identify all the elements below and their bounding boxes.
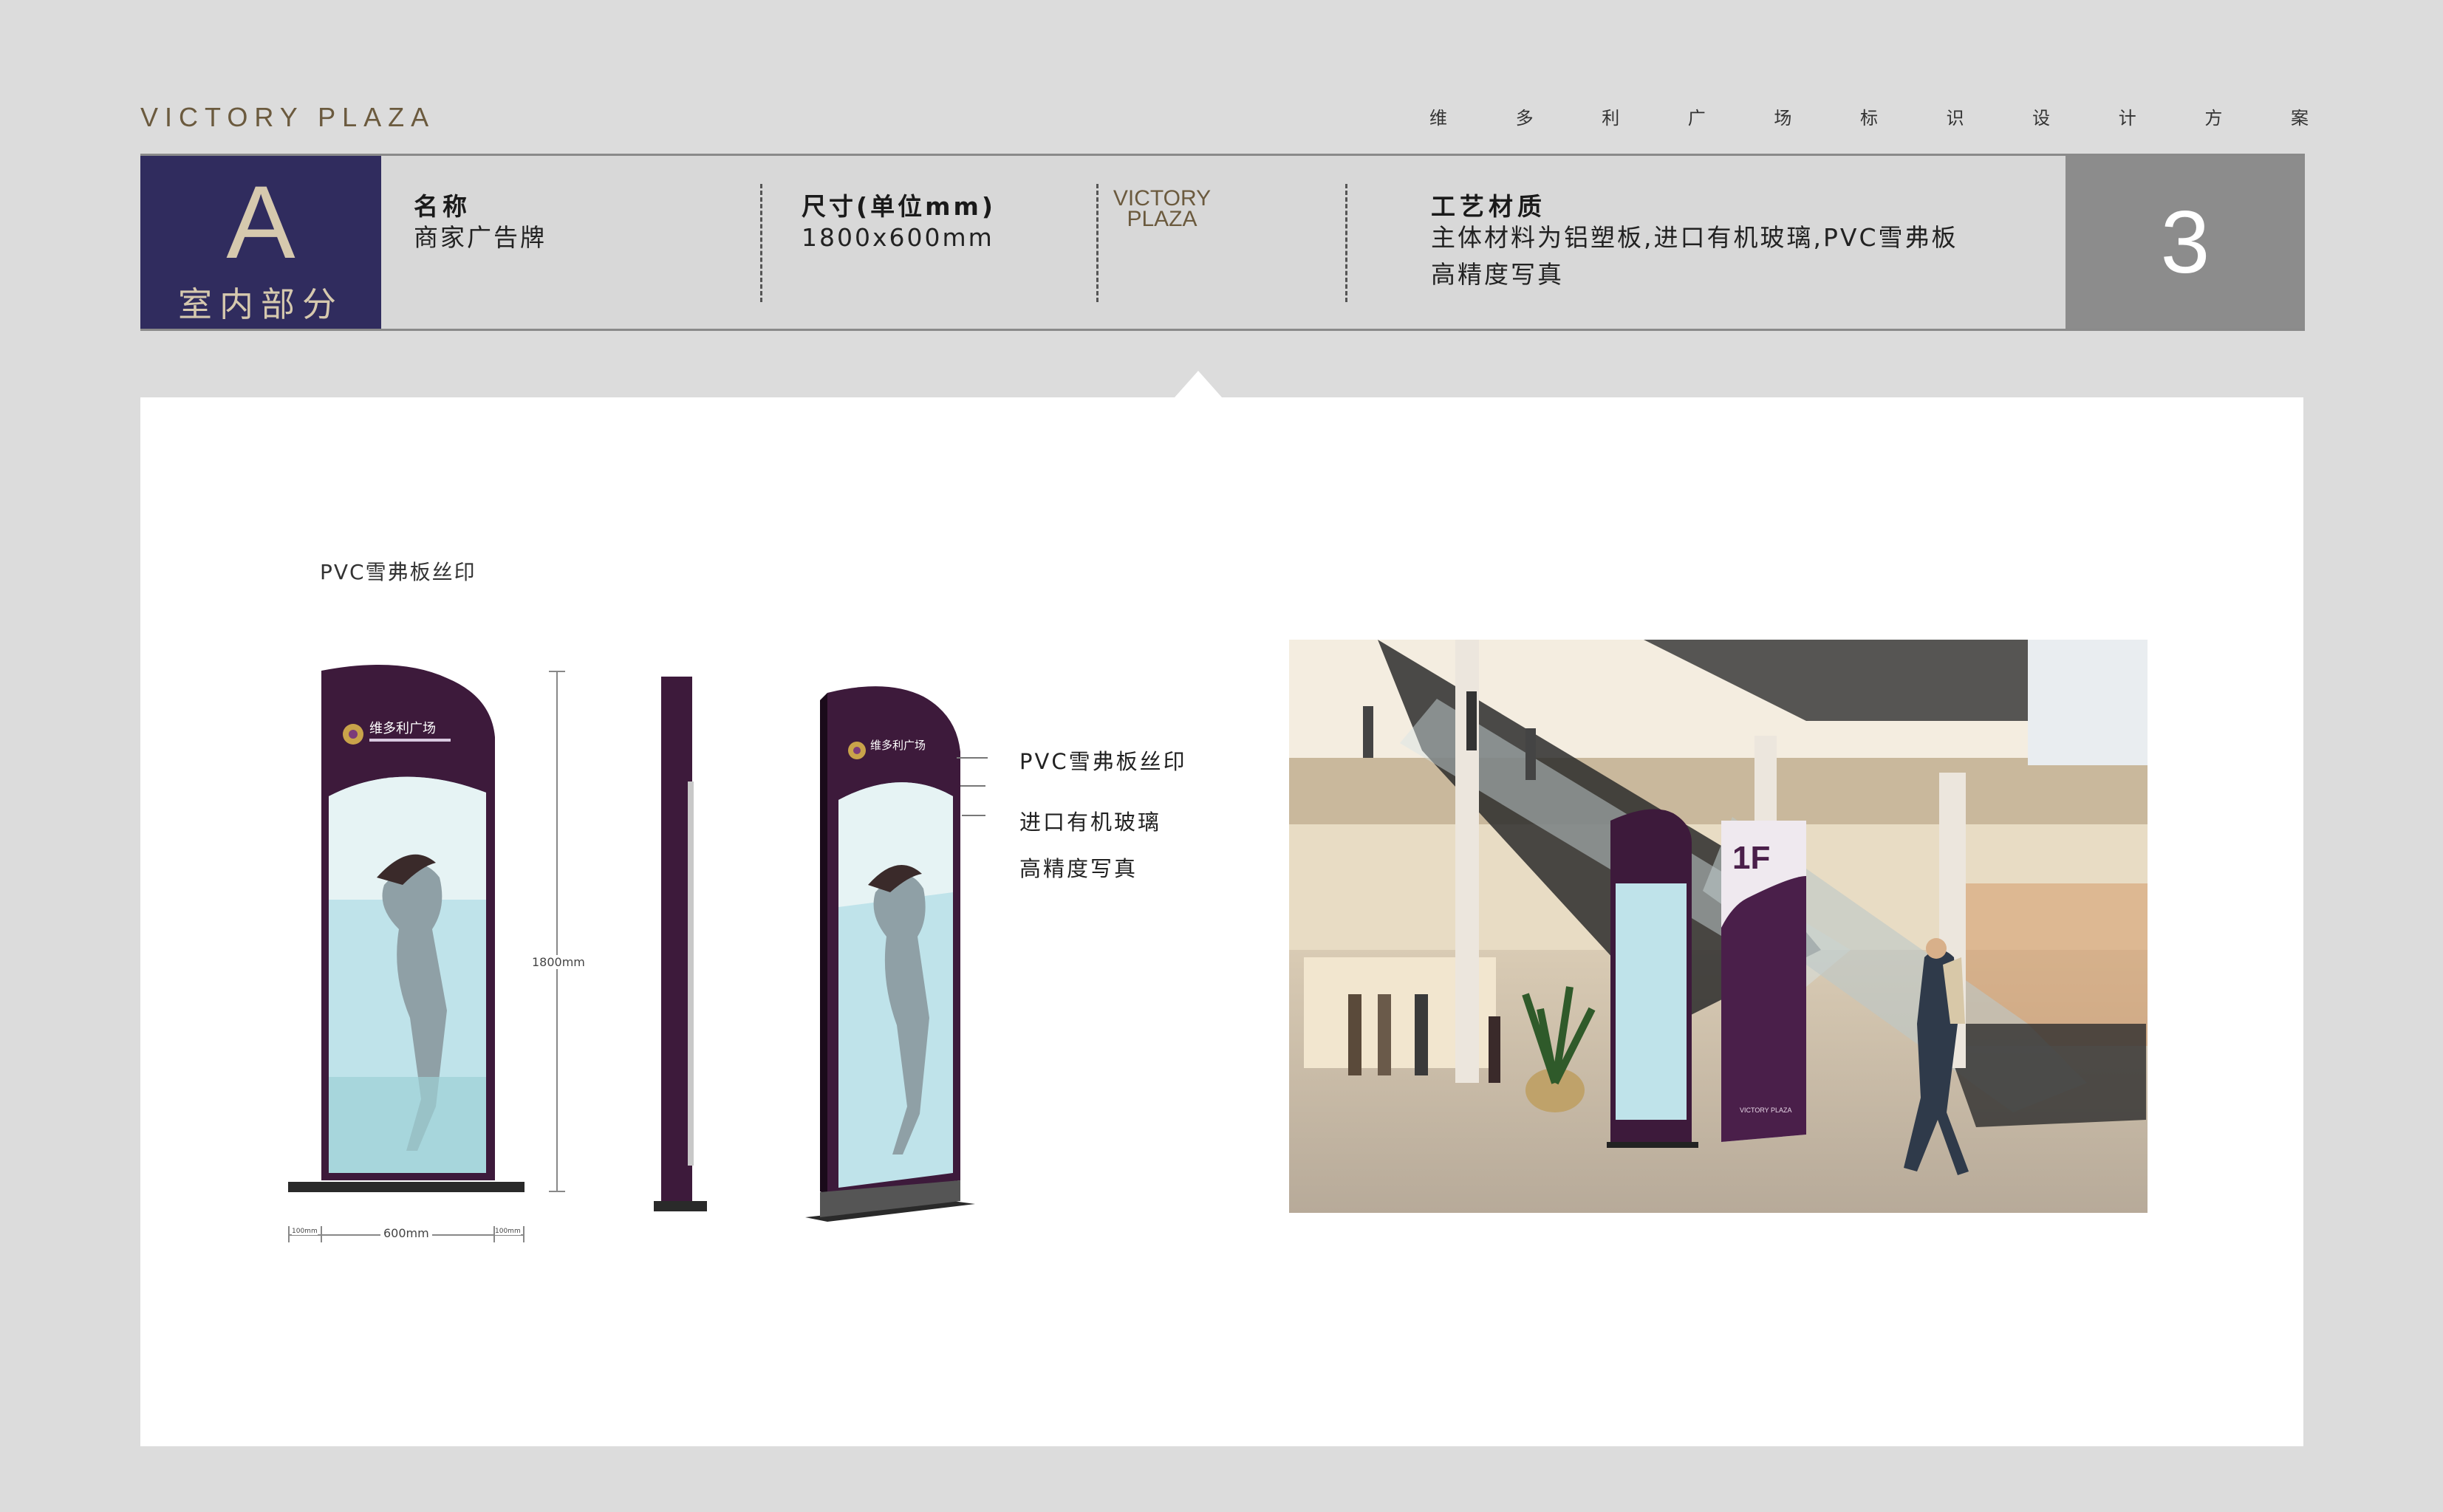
material-label: 工艺材质 [1431, 192, 1546, 221]
callout-pvc: PVC雪弗板丝印 [1019, 749, 1187, 774]
project-title-char: 案 [2290, 108, 2309, 129]
callout-leader [962, 815, 985, 816]
project-title-char: 广 [1687, 108, 1706, 129]
material-line-2: 高精度写真 [1431, 260, 1564, 289]
sign-logo-text: 维多利广场 [369, 721, 436, 736]
logo-line-1: VICTORY [1113, 186, 1212, 211]
material-line-1: 主体材料为铝塑板,进口有机玻璃,PVC雪弗板 [1431, 223, 1958, 252]
header-bar: A 室内部分 名称 商家广告牌 尺寸(单位mm) 1800x600mm VICT… [140, 154, 2305, 331]
mall-scene-photo: 1F VICTORY PLAZA [1289, 640, 2148, 1213]
photo-floor-label: 1F [1732, 840, 1770, 876]
project-title-char: 方 [2204, 108, 2223, 129]
divider [1345, 184, 1347, 302]
divider [760, 184, 762, 302]
sign-perspective-view: 维多利广场 [805, 686, 975, 1222]
project-title-char: 场 [1774, 108, 1792, 129]
section-name: 室内部分 [178, 284, 344, 324]
width-dimension-tick [523, 1226, 525, 1242]
logo-line-2: PLAZA [1127, 207, 1197, 231]
pointer-triangle [1175, 371, 1222, 397]
sign-front-view: 维多利广场 [288, 665, 525, 1192]
callout-acrylic: 进口有机玻璃 [1019, 810, 1162, 835]
sign-side-view [654, 677, 707, 1211]
callout-leader [957, 757, 988, 759]
victory-plaza-logo: VICTORY PLAZA [1103, 188, 1221, 230]
size-value: 1800x600mm [802, 223, 994, 252]
brand-title: VICTORY PLAZA [140, 102, 436, 132]
name-value: 商家广告牌 [414, 223, 547, 252]
project-title: 维多利广场标识设计方案 [1429, 103, 2309, 129]
print-label: PVC雪弗板丝印 [320, 560, 476, 584]
width-dimension-label: 600mm [380, 1226, 432, 1240]
name-label: 名称 [414, 192, 471, 221]
height-dimension-label: 1800mm [532, 955, 585, 969]
width-dimension-tick [288, 1226, 290, 1242]
project-title-char: 利 [1602, 108, 1620, 129]
height-dimension-tick [549, 671, 565, 672]
side-dimension-label: 100mm [495, 1228, 521, 1235]
section-letter: A [226, 164, 295, 280]
section-badge: A 室内部分 [140, 156, 381, 329]
callout-leader [960, 785, 985, 787]
project-title-char: 多 [1515, 108, 1534, 129]
height-dimension-tick [549, 1191, 565, 1192]
project-title-char: 维 [1429, 108, 1447, 129]
project-title-char: 识 [1946, 108, 1964, 129]
height-dimension-line [556, 671, 558, 1192]
project-title-char: 设 [2032, 108, 2051, 129]
project-title-char: 标 [1859, 108, 1878, 129]
content-panel: PVC雪弗板丝印 维多利广场 1800mm 100mm 600mm 100mm [140, 397, 2303, 1446]
svg-text:维多利广场: 维多利广场 [870, 739, 926, 752]
size-label: 尺寸(单位mm) [802, 192, 996, 221]
side-dimension-label: 100mm [292, 1228, 318, 1235]
callout-print: 高精度写真 [1019, 856, 1138, 881]
divider [1096, 184, 1099, 302]
width-dimension-tick [321, 1226, 322, 1242]
photo-sign-text: VICTORY PLAZA [1740, 1106, 1792, 1114]
project-title-char: 计 [2118, 108, 2136, 129]
page-number: 3 [2066, 156, 2305, 329]
